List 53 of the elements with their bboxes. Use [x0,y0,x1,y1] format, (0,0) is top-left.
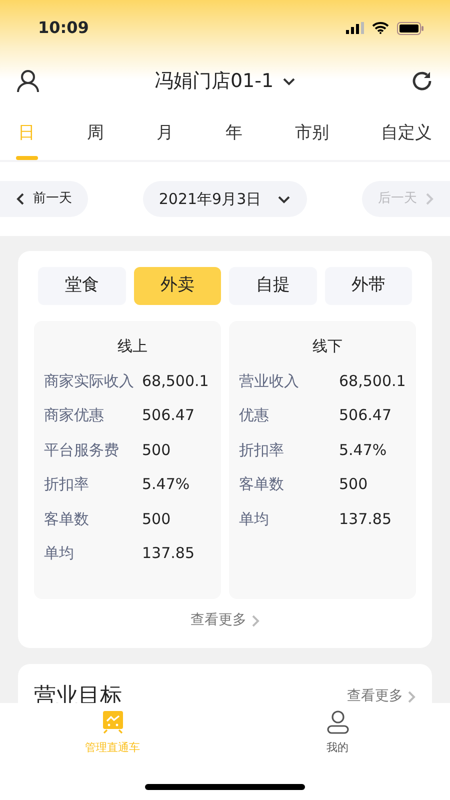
chevron-left-icon [16,192,25,206]
stat-value: 68,500.1 [142,370,209,392]
channel-tab[interactable]: 外带 [324,267,412,305]
store-selector[interactable]: 冯娟门店01-1 [154,66,296,96]
stat-value: 506.47 [142,405,194,426]
stat-label: 客单数 [44,508,90,530]
stat-value: 500 [142,440,171,460]
signal-icon [346,22,364,34]
user-icon [326,710,350,734]
stat-label: 单均 [239,508,270,530]
stat-value: 500 [339,474,368,495]
user-icon[interactable] [16,69,40,93]
channel-tab[interactable]: 堂食 [38,267,126,305]
period-tab[interactable]: 自定义 [372,112,440,160]
stat-label: 折扣率 [44,474,90,495]
stat-label: 折扣率 [239,440,285,460]
chevron-right-icon [407,690,416,704]
stat-label: 商家实际收入 [44,370,135,392]
stat-value: 500 [142,508,171,530]
stat-label: 客单数 [239,474,285,495]
date-picker[interactable]: 2021年9月3日 [142,181,308,217]
panel-title: 线下 [312,336,344,357]
stat-label: 优惠 [239,405,270,426]
view-more-link[interactable]: 查看更多 [184,609,266,632]
period-tab[interactable]: 月 [148,112,182,160]
stat-label: 营业收入 [239,370,300,392]
stat-label: 商家优惠 [44,405,105,426]
period-tab[interactable]: 周 [79,112,112,160]
channel-tab[interactable]: 外卖 [134,267,221,305]
chevron-right-icon [424,192,434,206]
bottom-nav-item[interactable]: 我的 [225,709,450,758]
status-time: 10:09 [38,17,89,39]
period-tab[interactable]: 市别 [286,112,337,160]
stat-value: 137.85 [142,543,194,564]
stat-value: 506.47 [339,405,392,426]
battery-icon [397,22,424,34]
panel-title: 线上 [116,336,148,357]
refresh-icon[interactable] [410,69,434,93]
stat-value: 137.85 [339,508,392,530]
period-tab[interactable]: 年 [218,112,251,160]
chart-board-icon [100,710,124,734]
stat-value: 68,500.1 [339,370,406,392]
chevron-down-icon [282,76,296,86]
channel-tab[interactable]: 自提 [229,267,316,305]
chevron-down-icon [277,194,292,204]
chevron-right-icon [250,614,260,628]
wifi-icon [372,22,389,34]
stat-label: 单均 [44,543,75,564]
stat-value: 5.47% [339,440,387,460]
view-more-link[interactable]: 查看更多 [347,686,416,707]
stat-value: 5.47% [142,474,190,495]
previous-day-button[interactable]: 前一天 [0,181,88,217]
stat-label: 平台服务费 [44,440,120,460]
